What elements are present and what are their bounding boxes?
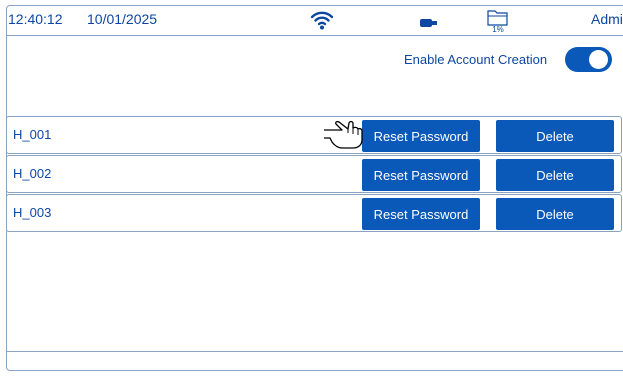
- wifi-icon: [310, 10, 334, 35]
- reset-password-button[interactable]: Reset Password: [362, 120, 480, 152]
- pointer-hand-icon: [322, 118, 366, 157]
- folder-icon[interactable]: 1%: [485, 8, 511, 36]
- account-row: H_003 Reset Password Delete: [6, 194, 622, 232]
- storage-percent: 1%: [492, 25, 504, 34]
- delete-button[interactable]: Delete: [496, 198, 614, 230]
- account-row: H_002 Reset Password Delete: [6, 155, 622, 193]
- account-creation-label: Enable Account Creation: [404, 52, 548, 67]
- account-name: H_001: [13, 127, 52, 142]
- delete-button[interactable]: Delete: [496, 159, 614, 191]
- reset-password-button[interactable]: Reset Password: [362, 159, 480, 191]
- current-user[interactable]: Admin: [591, 11, 623, 27]
- reset-password-button[interactable]: Reset Password: [362, 198, 480, 230]
- account-name: H_003: [13, 205, 52, 220]
- usb-icon: [419, 15, 439, 33]
- clock-time: 12:40:12: [8, 11, 63, 27]
- account-row: H_001 Reset Password Delete: [6, 116, 622, 154]
- account-name: H_002: [13, 166, 52, 181]
- status-bar: 12:40:12 10/01/2025 1% Admin: [7, 6, 623, 36]
- delete-button[interactable]: Delete: [496, 120, 614, 152]
- account-creation-toggle[interactable]: [565, 47, 612, 72]
- toggle-knob: [589, 50, 608, 69]
- clock-date: 10/01/2025: [87, 11, 158, 27]
- footer-divider: [7, 351, 623, 352]
